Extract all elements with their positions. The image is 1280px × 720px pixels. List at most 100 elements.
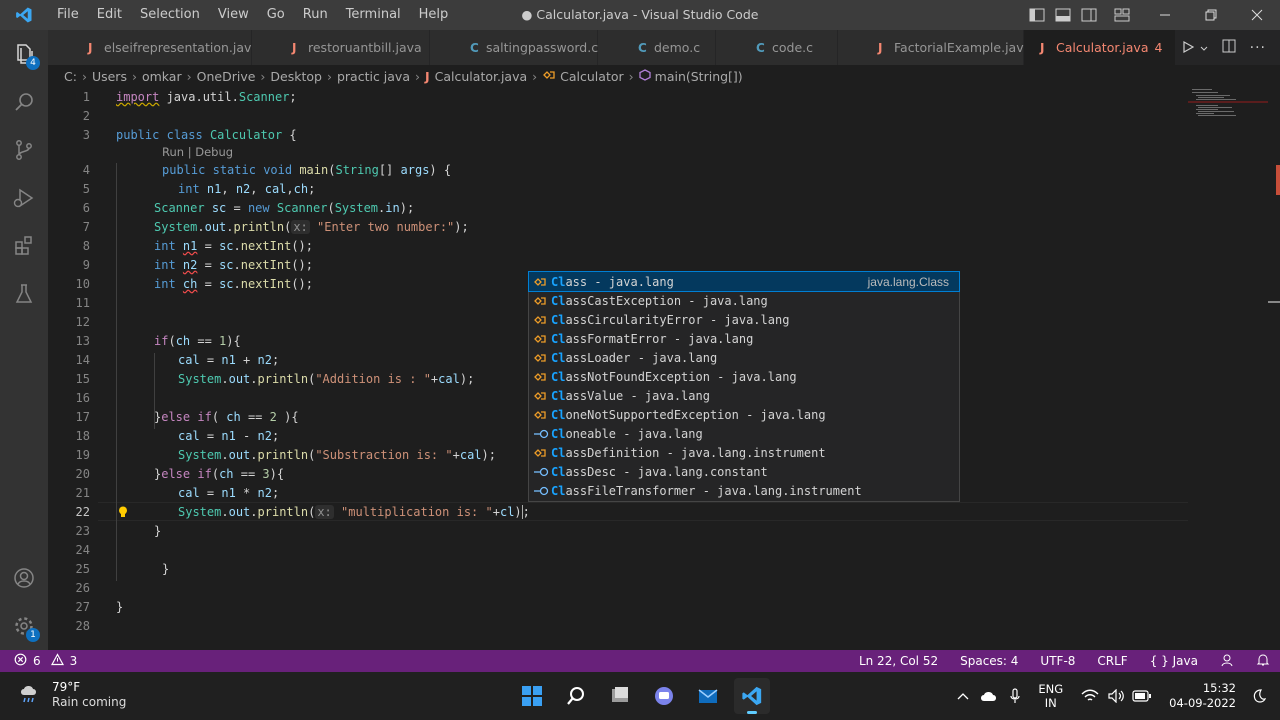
- suggest-detail: java.lang.Class: [867, 274, 949, 289]
- breadcrumb-item[interactable]: main(String[]): [655, 69, 743, 84]
- line-number: 3: [82, 128, 90, 142]
- clock[interactable]: 15:32 04-09-2022: [1169, 681, 1236, 711]
- breadcrumb-item[interactable]: Users: [92, 69, 127, 84]
- suggest-item[interactable]: Cl assDesc - java.lang.constant: [529, 462, 959, 481]
- menu-help[interactable]: Help: [410, 0, 458, 30]
- testing-flask-icon[interactable]: [0, 270, 48, 318]
- explorer-icon[interactable]: 4: [0, 30, 48, 78]
- search-icon[interactable]: [558, 678, 594, 714]
- warning-icon[interactable]: [50, 653, 64, 669]
- toggle-panel-icon[interactable]: [1050, 0, 1076, 30]
- tab-calculator[interactable]: J Calculator.java 4: [1024, 30, 1176, 65]
- line-endings[interactable]: CRLF: [1097, 654, 1127, 668]
- accounts-icon[interactable]: [0, 554, 48, 602]
- menu-go[interactable]: Go: [258, 0, 294, 30]
- suggest-item[interactable]: Cl assValue - java.lang: [529, 386, 959, 405]
- breadcrumb-item[interactable]: Calculator: [560, 69, 623, 84]
- suggest-item[interactable]: Cl assCastException - java.lang: [529, 291, 959, 310]
- line-number: 10: [75, 277, 90, 291]
- codelens-run-debug[interactable]: Run | Debug: [162, 145, 233, 159]
- weather-desc: Rain coming: [52, 695, 127, 709]
- java-file-icon: J: [1040, 40, 1045, 55]
- suggest-item[interactable]: Cl assLoader - java.lang: [529, 348, 959, 367]
- input-language[interactable]: ENG IN: [1038, 682, 1063, 710]
- breadcrumb-item[interactable]: omkar: [142, 69, 182, 84]
- chevron-down-icon[interactable]: [1200, 38, 1208, 57]
- editor-scrollbar[interactable]: [1268, 87, 1280, 650]
- minimize-icon[interactable]: [1142, 0, 1188, 30]
- warning-count[interactable]: 3: [70, 654, 78, 668]
- language-mode[interactable]: { } Java: [1150, 654, 1198, 668]
- run-play-icon[interactable]: [1182, 38, 1194, 57]
- breadcrumb-item[interactable]: Calculator.java: [435, 69, 528, 84]
- chevron-up-icon[interactable]: [950, 691, 976, 701]
- weather-widget[interactable]: 79°F Rain coming: [18, 680, 126, 710]
- notifications-bell-icon[interactable]: [1256, 653, 1270, 670]
- breadcrumb-item[interactable]: C:: [64, 69, 77, 84]
- error-icon[interactable]: [14, 653, 27, 669]
- battery-icon[interactable]: [1129, 690, 1155, 702]
- restore-icon[interactable]: [1188, 0, 1234, 30]
- braces-icon: { }: [1149, 654, 1169, 668]
- c-file-icon: C: [756, 40, 765, 55]
- error-count[interactable]: 6: [33, 654, 41, 668]
- suggest-item[interactable]: Cl assFileTransformer - java.lang.instrum…: [529, 481, 959, 500]
- customize-layout-icon[interactable]: [1102, 0, 1142, 30]
- suggest-item[interactable]: Cl ass - java.lang java.lang.Class: [528, 271, 960, 292]
- extensions-icon[interactable]: [0, 222, 48, 270]
- tab-saltingpassword[interactable]: C saltingpassword.c: [430, 30, 598, 65]
- vscode-taskbar-icon[interactable]: [734, 678, 770, 714]
- tab-restoruantbill[interactable]: J restoruantbill.java: [252, 30, 430, 65]
- volume-icon[interactable]: [1103, 689, 1129, 703]
- breadcrumb-item[interactable]: Desktop: [270, 69, 322, 84]
- code-line: Scanner sc = new Scanner(System.in);: [154, 201, 415, 215]
- notification-moon-icon[interactable]: [1246, 689, 1272, 703]
- tab-elseifrepresentation[interactable]: J elseifrepresentation.java: [48, 30, 259, 65]
- minimap[interactable]: [1188, 87, 1268, 650]
- task-view-icon[interactable]: [602, 678, 638, 714]
- menu-terminal[interactable]: Terminal: [337, 0, 410, 30]
- suggest-item[interactable]: Cl assCircularityError - java.lang: [529, 310, 959, 329]
- feedback-icon[interactable]: [1220, 653, 1234, 670]
- manage-gear-icon[interactable]: 1: [0, 602, 48, 650]
- split-editor-icon[interactable]: [1222, 38, 1236, 57]
- menu-file[interactable]: File: [48, 0, 88, 30]
- suggest-item[interactable]: Cl oneNotSupportedException - java.lang: [529, 405, 959, 424]
- menu-run[interactable]: Run: [294, 0, 337, 30]
- windows-start-icon[interactable]: [514, 678, 550, 714]
- line-number: 13: [75, 334, 90, 348]
- onedrive-cloud-icon[interactable]: [976, 690, 1002, 702]
- weather-temp: 79°F: [52, 680, 81, 694]
- toggle-secondary-sidebar-icon[interactable]: [1076, 0, 1102, 30]
- time: 15:32: [1202, 681, 1236, 695]
- encoding[interactable]: UTF-8: [1040, 654, 1075, 668]
- source-control-icon[interactable]: [0, 126, 48, 174]
- breadcrumb-item[interactable]: practic java: [337, 69, 410, 84]
- toggle-primary-sidebar-icon[interactable]: [1024, 0, 1050, 30]
- tab-factorialexample[interactable]: J FactorialExample.java: [838, 30, 1031, 65]
- suggest-item[interactable]: Cl assFormatError - java.lang: [529, 329, 959, 348]
- run-debug-icon[interactable]: [0, 174, 48, 222]
- menu-view[interactable]: View: [209, 0, 258, 30]
- tab-code[interactable]: C code.c: [716, 30, 838, 65]
- method-symbol-icon: [638, 68, 651, 84]
- line-number: 7: [82, 220, 90, 234]
- menu-edit[interactable]: Edit: [88, 0, 131, 30]
- line-number: 8: [82, 239, 90, 253]
- search-icon[interactable]: [0, 78, 48, 126]
- microphone-icon[interactable]: [1002, 688, 1028, 704]
- breadcrumb-item[interactable]: OneDrive: [197, 69, 256, 84]
- mail-icon[interactable]: [690, 678, 726, 714]
- suggest-item[interactable]: Cl assNotFoundException - java.lang: [529, 367, 959, 386]
- tab-demo[interactable]: C demo.c: [598, 30, 716, 65]
- wifi-icon[interactable]: [1077, 689, 1103, 703]
- suggest-item[interactable]: Cl oneable - java.lang: [529, 424, 959, 443]
- menu-selection[interactable]: Selection: [131, 0, 209, 30]
- cursor-position[interactable]: Ln 22, Col 52: [859, 654, 938, 668]
- close-icon[interactable]: [1234, 0, 1280, 30]
- teams-chat-icon[interactable]: [646, 678, 682, 714]
- suggest-item[interactable]: Cl assDefinition - java.lang.instrument: [529, 443, 959, 462]
- more-actions-icon[interactable]: ···: [1250, 40, 1266, 56]
- indentation[interactable]: Spaces: 4: [960, 654, 1018, 668]
- lightbulb-icon[interactable]: [116, 504, 130, 518]
